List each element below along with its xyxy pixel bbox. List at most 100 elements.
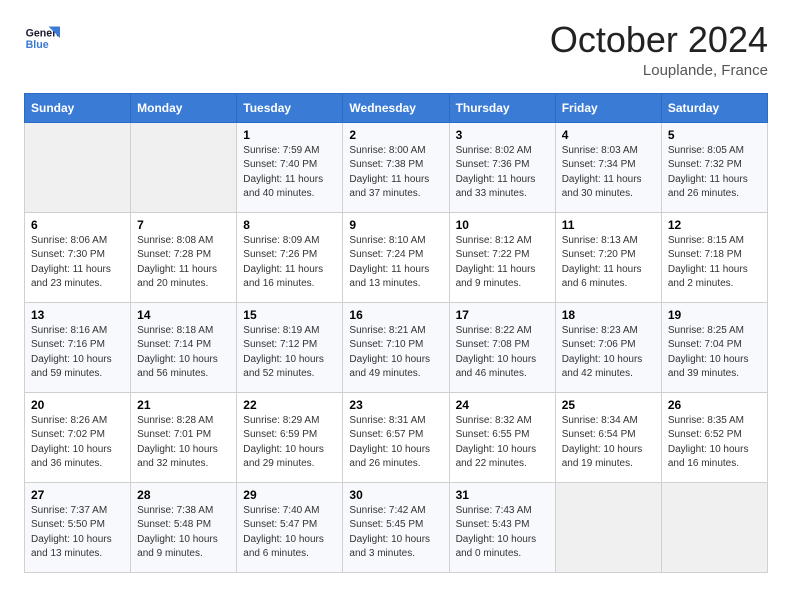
cell-content: Sunrise: 8:05 AM Sunset: 7:32 PM Dayligh… xyxy=(668,144,761,202)
day-number: 1 xyxy=(243,128,336,142)
header-row: SundayMondayTuesdayWednesdayThursdayFrid… xyxy=(25,93,768,122)
cell-content: Sunrise: 8:26 AM Sunset: 7:02 PM Dayligh… xyxy=(31,414,124,472)
day-number: 9 xyxy=(349,218,442,232)
calendar-cell: 2Sunrise: 8:00 AM Sunset: 7:38 PM Daylig… xyxy=(343,122,449,212)
calendar-cell: 25 Sunrise: 8:34 AM Sunset: 6:54 PM Dayli… xyxy=(555,392,661,482)
calendar-cell: 21 Sunrise: 8:28 AM Sunset: 7:01 PM Dayli… xyxy=(131,392,237,482)
col-header-thursday: Thursday xyxy=(449,93,555,122)
cell-content: Sunrise: 8:06 AM Sunset: 7:30 PM Dayligh… xyxy=(31,234,124,292)
col-header-saturday: Saturday xyxy=(661,93,767,122)
day-number: 21 xyxy=(137,398,230,412)
day-number: 25 xyxy=(562,398,655,412)
calendar-cell: 24Sunrise: 8:32 AM Sunset: 6:55 PM Dayli… xyxy=(449,392,555,482)
cell-content: Sunrise: 8:25 AM Sunset: 7:04 PM Dayligh… xyxy=(668,324,761,382)
cell-content: Sunrise: 8:08 AM Sunset: 7:28 PM Dayligh… xyxy=(137,234,230,292)
day-number: 5 xyxy=(668,128,761,142)
day-number: 19 xyxy=(668,308,761,322)
cell-content: Sunrise: 8:12 AM Sunset: 7:22 PM Dayligh… xyxy=(456,234,549,292)
cell-content: Sunrise: 7:37 AM Sunset: 5:50 PM Dayligh… xyxy=(31,504,124,562)
calendar-cell: 12 Sunrise: 8:15 AM Sunset: 7:18 PM Dayli… xyxy=(661,212,767,302)
calendar-cell: 11 Sunrise: 8:13 AM Sunset: 7:20 PM Dayli… xyxy=(555,212,661,302)
col-header-wednesday: Wednesday xyxy=(343,93,449,122)
day-number: 11 xyxy=(562,218,655,232)
day-number: 20 xyxy=(31,398,124,412)
col-header-tuesday: Tuesday xyxy=(237,93,343,122)
week-row-3: 13Sunrise: 8:16 AM Sunset: 7:16 PM Dayli… xyxy=(25,302,768,392)
cell-content: Sunrise: 8:18 AM Sunset: 7:14 PM Dayligh… xyxy=(137,324,230,382)
day-number: 29 xyxy=(243,488,336,502)
calendar-cell: 30 Sunrise: 7:42 AM Sunset: 5:45 PM Dayli… xyxy=(343,482,449,572)
calendar-cell: 16 Sunrise: 8:21 AM Sunset: 7:10 PM Dayli… xyxy=(343,302,449,392)
logo: General Blue xyxy=(24,20,60,56)
calendar-cell: 18Sunrise: 8:23 AM Sunset: 7:06 PM Dayli… xyxy=(555,302,661,392)
day-number: 6 xyxy=(31,218,124,232)
calendar-cell: 4 Sunrise: 8:03 AM Sunset: 7:34 PM Daylig… xyxy=(555,122,661,212)
month-title: October 2024 xyxy=(550,20,768,60)
day-number: 15 xyxy=(243,308,336,322)
calendar-cell: 17 Sunrise: 8:22 AM Sunset: 7:08 PM Dayli… xyxy=(449,302,555,392)
cell-content: Sunrise: 8:19 AM Sunset: 7:12 PM Dayligh… xyxy=(243,324,336,382)
calendar-cell: 1 Sunrise: 7:59 AM Sunset: 7:40 PM Daylig… xyxy=(237,122,343,212)
cell-content: Sunrise: 8:21 AM Sunset: 7:10 PM Dayligh… xyxy=(349,324,442,382)
calendar-cell: 20 Sunrise: 8:26 AM Sunset: 7:02 PM Dayli… xyxy=(25,392,131,482)
logo-icon: General Blue xyxy=(24,20,60,56)
cell-content: Sunrise: 8:09 AM Sunset: 7:26 PM Dayligh… xyxy=(243,234,336,292)
cell-content: Sunrise: 8:15 AM Sunset: 7:18 PM Dayligh… xyxy=(668,234,761,292)
day-number: 31 xyxy=(456,488,549,502)
calendar-cell: 27Sunrise: 7:37 AM Sunset: 5:50 PM Dayli… xyxy=(25,482,131,572)
location: Louplande, France xyxy=(550,62,768,79)
svg-text:Blue: Blue xyxy=(26,39,49,51)
calendar-cell: 6 Sunrise: 8:06 AM Sunset: 7:30 PM Daylig… xyxy=(25,212,131,302)
day-number: 4 xyxy=(562,128,655,142)
day-number: 2 xyxy=(349,128,442,142)
day-number: 17 xyxy=(456,308,549,322)
calendar-cell xyxy=(661,482,767,572)
calendar-cell: 5 Sunrise: 8:05 AM Sunset: 7:32 PM Daylig… xyxy=(661,122,767,212)
calendar-cell: 19 Sunrise: 8:25 AM Sunset: 7:04 PM Dayli… xyxy=(661,302,767,392)
col-header-friday: Friday xyxy=(555,93,661,122)
cell-content: Sunrise: 7:59 AM Sunset: 7:40 PM Dayligh… xyxy=(243,144,336,202)
cell-content: Sunrise: 8:10 AM Sunset: 7:24 PM Dayligh… xyxy=(349,234,442,292)
calendar-cell xyxy=(25,122,131,212)
week-row-5: 27Sunrise: 7:37 AM Sunset: 5:50 PM Dayli… xyxy=(25,482,768,572)
calendar-cell xyxy=(555,482,661,572)
cell-content: Sunrise: 8:03 AM Sunset: 7:34 PM Dayligh… xyxy=(562,144,655,202)
calendar-table: SundayMondayTuesdayWednesdayThursdayFrid… xyxy=(24,93,768,573)
calendar-cell: 15 Sunrise: 8:19 AM Sunset: 7:12 PM Dayli… xyxy=(237,302,343,392)
cell-content: Sunrise: 8:28 AM Sunset: 7:01 PM Dayligh… xyxy=(137,414,230,472)
calendar-cell: 28Sunrise: 7:38 AM Sunset: 5:48 PM Dayli… xyxy=(131,482,237,572)
day-number: 30 xyxy=(349,488,442,502)
col-header-sunday: Sunday xyxy=(25,93,131,122)
calendar-cell xyxy=(131,122,237,212)
day-number: 26 xyxy=(668,398,761,412)
cell-content: Sunrise: 7:42 AM Sunset: 5:45 PM Dayligh… xyxy=(349,504,442,562)
calendar-cell: 10 Sunrise: 8:12 AM Sunset: 7:22 PM Dayli… xyxy=(449,212,555,302)
day-number: 8 xyxy=(243,218,336,232)
week-row-2: 6 Sunrise: 8:06 AM Sunset: 7:30 PM Daylig… xyxy=(25,212,768,302)
day-number: 23 xyxy=(349,398,442,412)
calendar-cell: 23Sunrise: 8:31 AM Sunset: 6:57 PM Dayli… xyxy=(343,392,449,482)
calendar-cell: 9 Sunrise: 8:10 AM Sunset: 7:24 PM Daylig… xyxy=(343,212,449,302)
calendar-cell: 3Sunrise: 8:02 AM Sunset: 7:36 PM Daylig… xyxy=(449,122,555,212)
day-number: 16 xyxy=(349,308,442,322)
cell-content: Sunrise: 7:43 AM Sunset: 5:43 PM Dayligh… xyxy=(456,504,549,562)
cell-content: Sunrise: 8:13 AM Sunset: 7:20 PM Dayligh… xyxy=(562,234,655,292)
cell-content: Sunrise: 8:02 AM Sunset: 7:36 PM Dayligh… xyxy=(456,144,549,202)
day-number: 12 xyxy=(668,218,761,232)
col-header-monday: Monday xyxy=(131,93,237,122)
cell-content: Sunrise: 8:29 AM Sunset: 6:59 PM Dayligh… xyxy=(243,414,336,472)
week-row-4: 20 Sunrise: 8:26 AM Sunset: 7:02 PM Dayli… xyxy=(25,392,768,482)
day-number: 10 xyxy=(456,218,549,232)
cell-content: Sunrise: 8:23 AM Sunset: 7:06 PM Dayligh… xyxy=(562,324,655,382)
calendar-cell: 31 Sunrise: 7:43 AM Sunset: 5:43 PM Dayli… xyxy=(449,482,555,572)
day-number: 24 xyxy=(456,398,549,412)
cell-content: Sunrise: 8:34 AM Sunset: 6:54 PM Dayligh… xyxy=(562,414,655,472)
page: General Blue October 2024 Louplande, Fra… xyxy=(0,0,792,593)
calendar-cell: 8 Sunrise: 8:09 AM Sunset: 7:26 PM Daylig… xyxy=(237,212,343,302)
calendar-cell: 22 Sunrise: 8:29 AM Sunset: 6:59 PM Dayli… xyxy=(237,392,343,482)
title-area: October 2024 Louplande, France xyxy=(550,20,768,79)
day-number: 22 xyxy=(243,398,336,412)
cell-content: Sunrise: 8:22 AM Sunset: 7:08 PM Dayligh… xyxy=(456,324,549,382)
cell-content: Sunrise: 7:38 AM Sunset: 5:48 PM Dayligh… xyxy=(137,504,230,562)
cell-content: Sunrise: 7:40 AM Sunset: 5:47 PM Dayligh… xyxy=(243,504,336,562)
